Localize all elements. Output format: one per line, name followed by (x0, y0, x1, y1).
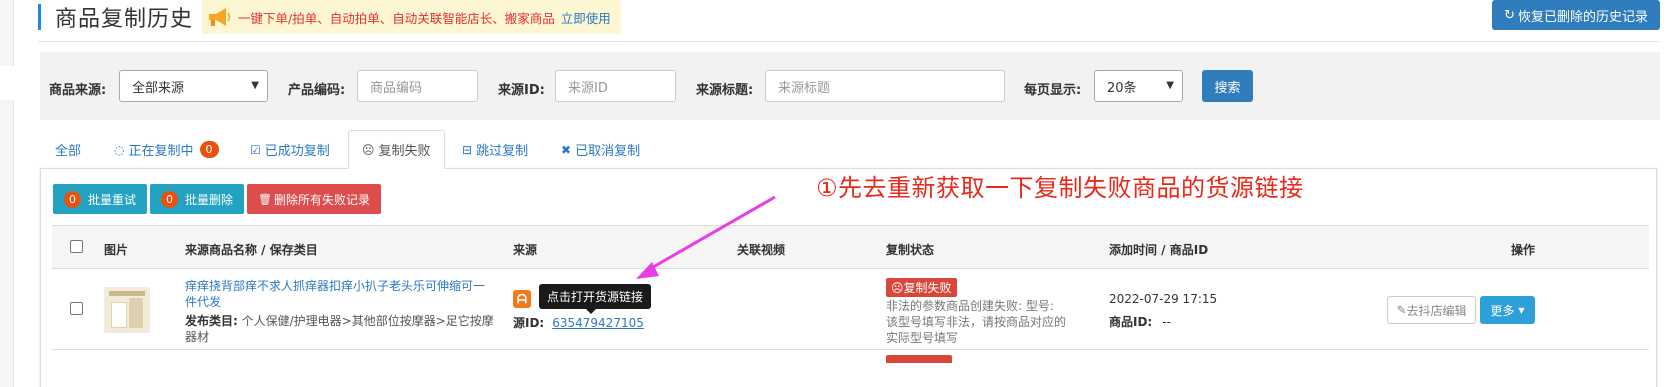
table-row: 痒痒挠背部痒不求人抓痒器扣痒小扒子老头乐可伸缩可一件代发 发布类目: 个人保健/… (52, 270, 1649, 350)
row-checkbox[interactable] (70, 302, 83, 315)
source-id: 源ID: 635479427105 (513, 314, 644, 331)
product-category: 发布类目: 个人保健/护理电器>其他部位按摩器>足它按摩器材 (185, 313, 495, 345)
added-time: 2022-07-29 17:15 (1109, 292, 1218, 306)
page: 商品复制历史 一键下单/拍单、自动拍单、自动关联智能店长、搬家商品 立即使用 ↻… (0, 0, 1675, 387)
megaphone-icon (209, 8, 231, 26)
filter-bar: 商品来源: 全部来源 ▼ 产品编码: 商品编码 来源ID: 来源ID 来源标题:… (40, 52, 1660, 120)
checkbox-icon: ☑ (250, 142, 261, 157)
delete-all-failed-button[interactable]: 🗑 删除所有失败记录 (247, 184, 382, 214)
sourcetitle-input[interactable]: 来源标题 (765, 70, 1005, 102)
table-header: 图片 来源商品名称 / 保存类目 来源 关联视频 复制状态 添加时间 / 商品I… (52, 225, 1649, 269)
status-message: 非法的参数商品创建失败: 型号: 该型号填写非法，请按商品对应的实际型号填写 (886, 299, 1067, 345)
header-time: 添加时间 / 商品ID (1109, 243, 1209, 257)
batch-retry-label: 批量重试 (88, 192, 137, 207)
goods-id: 商品ID: -- (1109, 313, 1171, 330)
perpage-select-value: 20条 (1107, 80, 1137, 96)
batch-delete-label: 批量删除 (185, 192, 234, 207)
code-label: 产品编码: (288, 83, 346, 98)
tab-failed-label: 复制失败 (378, 144, 431, 159)
alibaba-logo-icon[interactable]: ᗩ (513, 290, 531, 308)
x-icon: ✖ (561, 142, 572, 157)
promo-banner[interactable]: 一键下单/拍单、自动拍单、自动关联智能店长、搬家商品 立即使用 (202, 0, 621, 34)
restore-history-label: 恢复已删除的历史记录 (1517, 9, 1648, 25)
product-thumbnail[interactable] (104, 287, 150, 333)
source-id-label: 源ID: (513, 316, 545, 330)
trash-icon: 🗑 (258, 192, 272, 206)
edit-in-store-button[interactable]: ✎ 去抖店编辑 (1387, 296, 1476, 324)
tab-cancelled[interactable]: ✖ 已取消复制 (561, 130, 640, 169)
edit-in-store-label: 去抖店编辑 (1406, 303, 1467, 318)
annotation-text: ①先去重新获取一下复制失败商品的货源链接 (816, 174, 1304, 202)
header-name: 来源商品名称 / 保存类目 (185, 243, 318, 257)
sourceid-label: 来源ID: (498, 83, 545, 98)
tab-failed[interactable]: ☹ 复制失败 (348, 130, 445, 169)
batch-delete-button[interactable]: 0 批量删除 (150, 184, 245, 214)
category-label: 发布类目: (185, 314, 238, 328)
tab-copying-count-badge: 0 (199, 141, 219, 158)
source-select-value: 全部来源 (132, 80, 185, 96)
perpage-label: 每页显示: (1024, 83, 1082, 98)
select-all-checkbox[interactable] (70, 240, 83, 253)
tab-skipped-label: 跳过复制 (476, 144, 529, 159)
header-source: 来源 (513, 243, 538, 257)
sourcetitle-label: 来源标题: (696, 83, 754, 98)
batch-retry-button[interactable]: 0 批量重试 (53, 184, 148, 214)
next-row-status-badge (886, 355, 952, 363)
goods-id-value: -- (1162, 315, 1171, 329)
refresh-icon: ↻ (1504, 7, 1515, 23)
restore-history-button[interactable]: ↻ 恢复已删除的历史记录 (1492, 0, 1660, 30)
batch-delete-count: 0 (161, 190, 179, 208)
promo-text: 一键下单/拍单、自动拍单、自动关联智能店长、搬家商品 (238, 10, 555, 26)
spinner-icon: ◌ (114, 142, 125, 157)
frown-icon: ☹ (891, 280, 904, 295)
batch-actions: 0 批量重试 0 批量删除 🗑 删除所有失败记录 (53, 184, 384, 214)
frown-icon: ☹ (362, 142, 375, 157)
header-status: 复制状态 (886, 243, 935, 257)
tab-copying-label: 正在复制中 (128, 144, 194, 159)
search-button[interactable]: 搜索 (1202, 70, 1253, 102)
status-badge-label: 复制失败 (903, 281, 952, 295)
page-title: 商品复制历史 (55, 7, 194, 32)
delete-all-failed-label: 删除所有失败记录 (274, 192, 371, 207)
header-divider (38, 41, 1660, 42)
more-label: 更多 (1490, 303, 1515, 318)
source-select[interactable]: 全部来源 ▼ (119, 70, 268, 102)
promo-link[interactable]: 立即使用 (561, 8, 611, 27)
source-id-link[interactable]: 635479427105 (552, 316, 644, 330)
tab-cancelled-label: 已取消复制 (575, 144, 641, 159)
sourceid-input[interactable]: 来源ID (555, 70, 676, 102)
header-ops: 操作 (1511, 243, 1536, 257)
header-video: 关联视频 (737, 243, 786, 257)
edit-icon: ✎ (1396, 303, 1407, 317)
page-header: 商品复制历史 (38, 0, 193, 34)
tab-success-label: 已成功复制 (264, 144, 330, 159)
tab-success[interactable]: ☑ 已成功复制 (250, 130, 330, 169)
batch-retry-count: 0 (64, 190, 81, 208)
tab-all[interactable]: 全部 (55, 130, 81, 169)
more-button[interactable]: 更多 ▼ (1480, 296, 1535, 324)
header-image: 图片 (104, 243, 129, 257)
tab-skipped[interactable]: ⊟ 跳过复制 (462, 130, 528, 169)
tab-copying[interactable]: ◌ 正在复制中 0 (114, 130, 219, 169)
chevron-down-icon: ▼ (1166, 80, 1174, 91)
product-name-link[interactable]: 痒痒挠背部痒不求人抓痒器扣痒小扒子老头乐可伸缩可一件代发 (185, 278, 495, 310)
tab-all-label: 全部 (55, 144, 82, 159)
source-label: 商品来源: (49, 83, 107, 98)
status-tabs: 全部 ◌ 正在复制中 0 ☑ 已成功复制 ☹ 复制失败 ⊟ 跳过复制 ✖ 已取消… (40, 130, 1660, 169)
code-input[interactable]: 商品编码 (357, 70, 478, 102)
status-badge: ☹ 复制失败 (886, 278, 957, 297)
goods-id-label: 商品ID: (1109, 315, 1153, 329)
title-accent-bar (38, 4, 41, 30)
chevron-down-icon: ▼ (251, 80, 259, 91)
minus-square-icon: ⊟ (462, 142, 473, 157)
caret-down-icon: ▼ (1518, 305, 1525, 315)
perpage-select[interactable]: 20条 ▼ (1094, 70, 1183, 102)
left-sidebar-edge (0, 0, 14, 387)
open-source-tooltip: 点击打开货源链接 (539, 284, 652, 314)
